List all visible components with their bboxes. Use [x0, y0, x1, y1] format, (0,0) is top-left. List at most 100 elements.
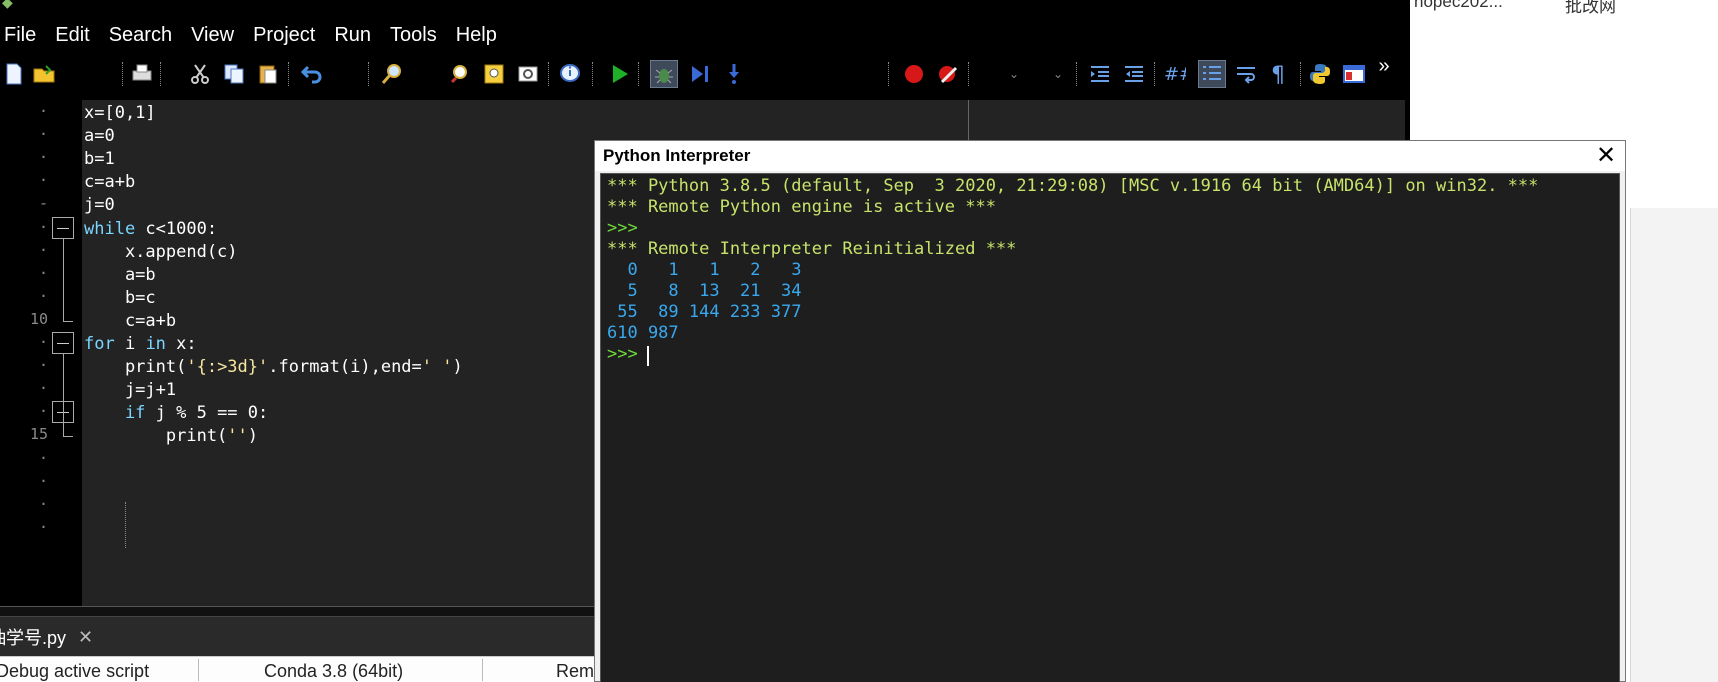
code-token: in	[145, 334, 166, 354]
fold-toggle[interactable]	[52, 216, 74, 239]
whitespace-icon[interactable]: ¶	[1266, 60, 1294, 88]
outline-icon[interactable]	[1198, 60, 1226, 88]
code-token: print(	[84, 426, 228, 447]
code-token: b=1	[84, 149, 115, 170]
line-number: ·	[38, 356, 48, 375]
fold-toggle[interactable]	[52, 332, 74, 354]
menu-search[interactable]: Search	[103, 24, 185, 47]
console-line: *** Remote Python engine is active ***	[607, 197, 996, 217]
code-line: a=0	[84, 125, 115, 148]
background-tab-fragment: hopec202...	[1414, 0, 1503, 11]
console-line: *** Python 3.8.5 (default, Sep 3 2020, 2…	[607, 176, 1539, 196]
code-line: print('')	[84, 425, 258, 448]
open-file-icon[interactable]	[30, 60, 58, 88]
code-line: b=c	[84, 287, 156, 310]
fold-end	[63, 320, 73, 322]
editor-tab-bar: 抽学号.py ✕	[0, 616, 600, 656]
app-icon: ◆	[2, 0, 13, 10]
chevron-down-icon[interactable]: ⌄	[1000, 60, 1028, 88]
background-link-fragment: 批改网	[1565, 0, 1616, 16]
line-number: ·	[38, 286, 48, 305]
console-line: *** Remote Interpreter Reinitialized ***	[607, 239, 1017, 259]
menu-edit[interactable]: Edit	[49, 24, 102, 47]
goto-icon[interactable]	[514, 60, 542, 88]
code-token: j=j+1	[84, 380, 177, 401]
code-line: if j % 5 == 0:	[84, 402, 268, 425]
cut-icon[interactable]	[186, 60, 214, 88]
menu-view[interactable]: View	[185, 24, 247, 47]
code-token: ''	[227, 426, 248, 447]
tab-file[interactable]: 抽学号.py ✕	[0, 621, 101, 653]
code-line: c=a+b	[84, 310, 176, 333]
step-over-icon[interactable]	[720, 60, 748, 88]
python-interpreter-window: Python Interpreter ✕ *** Python 3.8.5 (d…	[594, 140, 1626, 682]
code-line: c=a+b	[84, 171, 135, 194]
run-icon[interactable]	[606, 60, 634, 88]
status-env[interactable]: Conda 3.8 (64bit)	[264, 661, 403, 682]
code-token: print(	[84, 357, 187, 378]
close-icon[interactable]: ✕	[78, 627, 93, 648]
menu-tools[interactable]: Tools	[384, 24, 450, 47]
more-icon[interactable]: »	[1374, 55, 1394, 77]
line-number: ·	[38, 102, 48, 120]
status-debug: Debug active script	[0, 661, 150, 681]
code-token: j=0	[84, 195, 115, 216]
close-icon[interactable]: ✕	[1593, 142, 1619, 169]
clear-breakpoints-icon[interactable]	[934, 60, 962, 88]
menu-file[interactable]: File	[0, 24, 49, 47]
menu-help[interactable]: Help	[450, 24, 510, 47]
line-number: 15	[29, 425, 48, 444]
fold-line	[63, 354, 64, 437]
interpreter-title-bar[interactable]: Python Interpreter ✕	[595, 141, 1625, 171]
line-number: ·	[38, 171, 48, 190]
code-line: a=b	[84, 264, 156, 287]
code-token: c=a+b	[84, 172, 136, 193]
line-number: -	[38, 194, 48, 213]
tab-label: 抽学号.py	[0, 628, 67, 648]
print-icon[interactable]	[128, 60, 156, 88]
line-number-gutter: · · · · - · · · · 10 · · · · 15 · · · ·	[0, 100, 82, 610]
code-token: a=0	[84, 126, 115, 147]
menu-run[interactable]: Run	[328, 24, 384, 47]
code-token: b=c	[84, 287, 156, 308]
console-line: 5 8 13 21 34	[607, 281, 802, 301]
paste-icon[interactable]	[254, 60, 282, 88]
code-token: x=[0,1]	[84, 103, 156, 123]
find-in-files-icon[interactable]	[446, 60, 474, 88]
word-wrap-icon[interactable]	[1232, 60, 1260, 88]
dedent-icon[interactable]	[1120, 60, 1148, 88]
chevron-down-icon[interactable]: ⌄	[1044, 60, 1072, 88]
comment-icon[interactable]: ##	[1160, 60, 1188, 88]
code-token: if	[84, 403, 146, 424]
new-file-icon[interactable]	[0, 60, 28, 88]
menu-project[interactable]: Project	[247, 24, 328, 47]
debug-icon[interactable]	[650, 60, 678, 88]
code-line: x=[0,1]	[84, 102, 156, 125]
svg-text:¶: ¶	[1271, 63, 1285, 86]
layout-icon[interactable]	[1340, 60, 1368, 88]
console-line: >>>	[607, 218, 638, 238]
python-icon[interactable]	[1306, 60, 1334, 88]
interpreter-console[interactable]: *** Python 3.8.5 (default, Sep 3 2020, 2…	[600, 173, 1620, 682]
indent-icon[interactable]	[1086, 60, 1114, 88]
line-number: ·	[38, 125, 48, 144]
code-line: for i in x:	[84, 333, 197, 356]
line-number: ·	[38, 148, 48, 167]
code-token: )	[247, 426, 259, 447]
info-icon[interactable]	[556, 60, 584, 88]
code-token: i	[114, 334, 146, 354]
console-line: 610 987	[607, 323, 679, 343]
code-token: x:	[165, 334, 197, 354]
code-token: c=a+b	[84, 310, 177, 331]
screen: hopec202... 批改网 ◆ File Edit Search View …	[0, 0, 1718, 682]
horizontal-scrollbar[interactable]	[0, 606, 600, 616]
copy-icon[interactable]	[220, 60, 248, 88]
menu-bar: File Edit Search View Project Run Tools …	[0, 16, 1410, 54]
line-number: 10	[29, 309, 48, 328]
find-icon[interactable]	[378, 60, 406, 88]
step-into-icon[interactable]	[686, 60, 714, 88]
replace-icon[interactable]	[480, 60, 508, 88]
text-caret	[647, 346, 649, 366]
breakpoint-icon[interactable]	[900, 60, 928, 88]
undo-icon[interactable]	[298, 60, 326, 88]
